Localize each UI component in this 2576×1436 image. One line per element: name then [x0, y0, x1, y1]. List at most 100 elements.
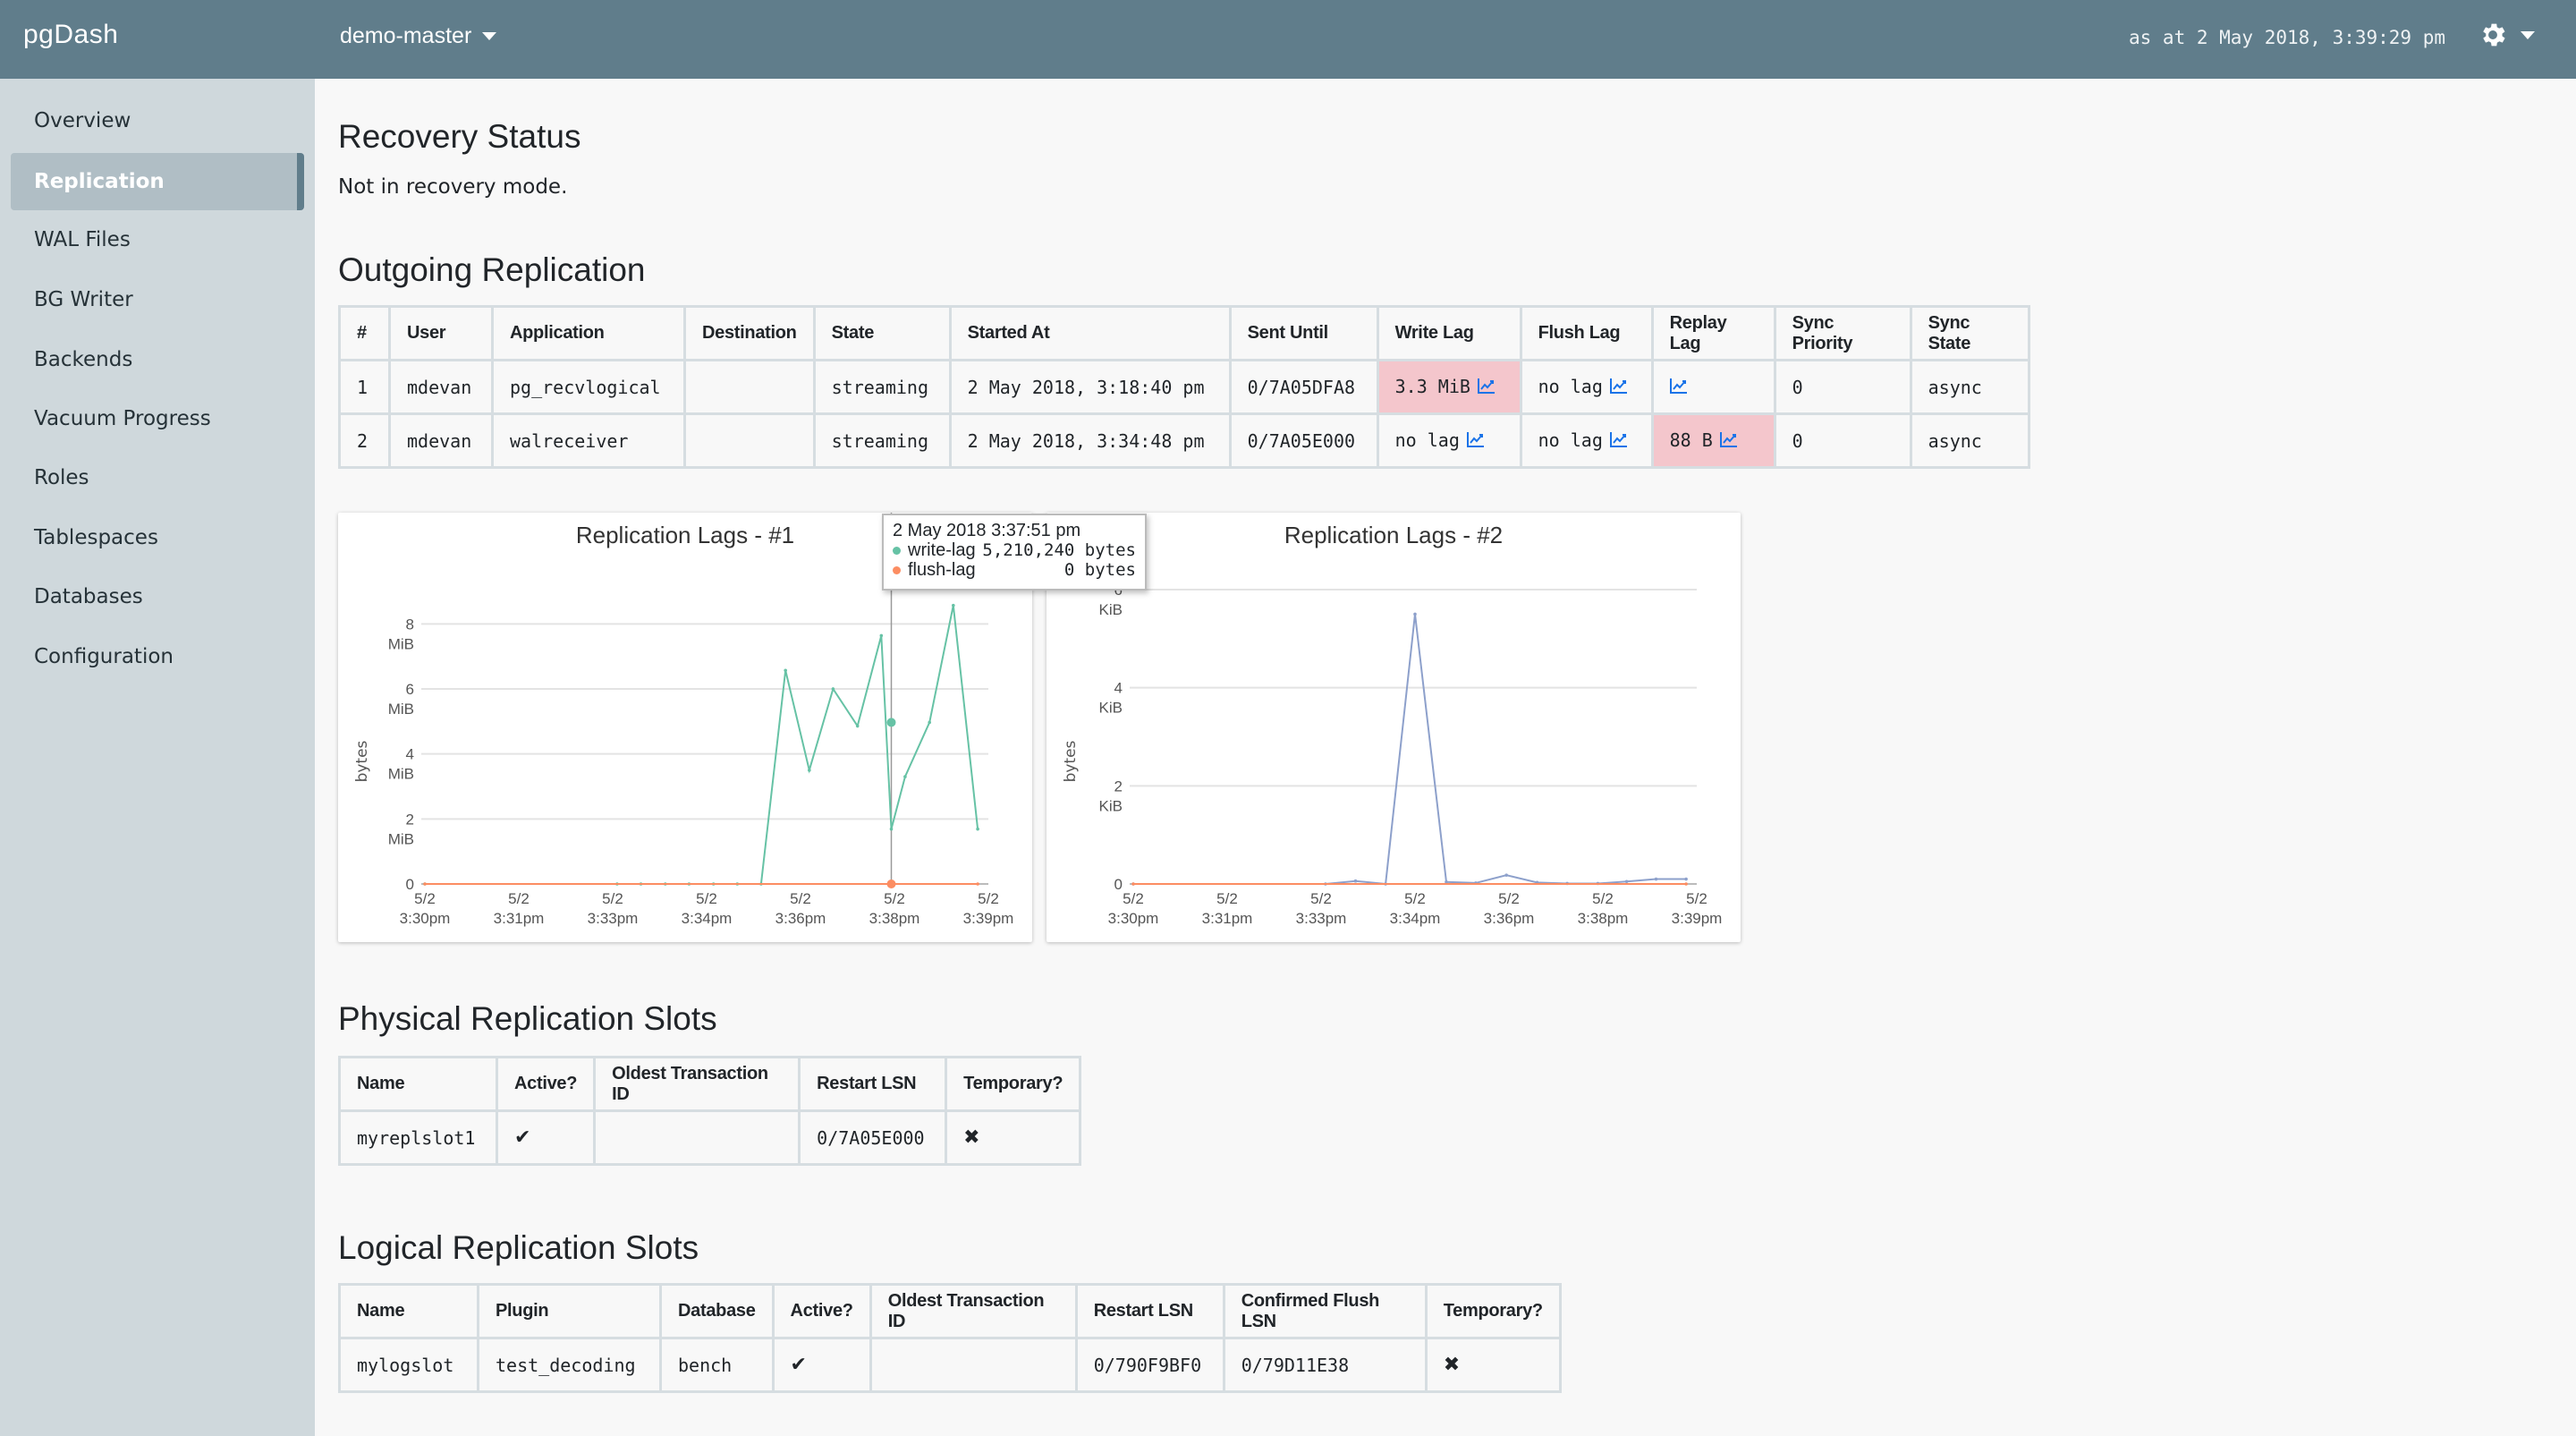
line-chart-icon[interactable]	[1609, 377, 1628, 398]
destination-cell	[683, 359, 816, 415]
brand-logo[interactable]: pgDash	[23, 20, 118, 50]
x-tick-label: 5/2	[1310, 890, 1332, 907]
data-point	[1504, 873, 1508, 877]
sync-priority-cell: 0	[1773, 412, 1912, 469]
y-tick-unit: MiB	[388, 830, 414, 847]
server-dropdown[interactable]: demo-master	[340, 23, 497, 49]
sidebar-item-overview[interactable]: Overview	[11, 92, 304, 149]
data-point	[855, 724, 860, 728]
column-header: Flush Lag	[1519, 305, 1654, 361]
sidebar-item-replication[interactable]: Replication	[11, 153, 304, 210]
y-tick-label: 6	[406, 681, 414, 698]
sent-until-cell: 0/7A05DFA8	[1228, 359, 1379, 415]
y-tick-unit: KiB	[1099, 700, 1123, 717]
y-tick-label: 8	[406, 616, 414, 633]
data-point	[784, 668, 787, 673]
series-line-write-lag	[425, 605, 979, 885]
line-chart-icon[interactable]	[1477, 377, 1496, 398]
data-point	[1684, 882, 1688, 886]
as-at-timestamp: as at 2 May 2018, 3:39:29 pm	[2129, 27, 2446, 48]
sidebar-item-backends[interactable]: Backends	[11, 331, 304, 388]
table-row: 1 mdevan pg_recvlogical streaming 2 May …	[338, 359, 2030, 415]
column-header: Oldest Transaction ID	[593, 1056, 801, 1112]
y-tick-unit: KiB	[1099, 601, 1123, 618]
column-header: Active?	[771, 1283, 872, 1339]
x-tick-label: 5/2	[602, 890, 623, 907]
column-header: Application	[491, 305, 686, 361]
y-tick-unit: MiB	[388, 635, 414, 652]
line-chart-icon[interactable]	[1669, 377, 1688, 398]
data-point	[1684, 877, 1688, 881]
column-header: Destination	[683, 305, 816, 361]
sidebar-item-wal-files[interactable]: WAL Files	[11, 211, 304, 268]
data-point	[928, 720, 931, 725]
data-point	[831, 687, 835, 691]
column-header: Temporary?	[945, 1056, 1082, 1112]
row-number: 2	[338, 412, 391, 469]
tooltip-row-flush-lag: flush-lag 0 bytes	[893, 560, 1136, 580]
x-tick-label: 5/2	[1498, 890, 1520, 907]
x-tick-label: 5/2	[508, 890, 530, 907]
tooltip-value: 0 bytes	[1063, 560, 1136, 580]
line-chart-icon[interactable]	[1466, 430, 1485, 452]
replication-lags-chart-2: Replication Lags - #2bytes02KiB4KiB6KiB5…	[1046, 513, 1741, 942]
y-tick-label: 0	[406, 876, 414, 893]
user-cell: mdevan	[388, 359, 494, 415]
flush-lag-value: no lag	[1538, 375, 1603, 397]
chart-title: Replication Lags - #2	[1284, 522, 1503, 548]
sidebar-item-bg-writer[interactable]: BG Writer	[11, 271, 304, 328]
x-tick-label: 3:31pm	[1202, 910, 1253, 927]
table-header-row: Name Active? Oldest Transaction ID Resta…	[338, 1056, 1082, 1112]
tooltip-value: 5,210,240 bytes	[982, 540, 1136, 560]
outgoing-replication-table: # User Application Destination State Sta…	[338, 305, 2030, 469]
x-tick-label: 5/2	[1216, 890, 1238, 907]
sidebar-item-tablespaces[interactable]: Tablespaces	[11, 509, 304, 566]
slot-name-cell: mylogslot	[338, 1337, 479, 1393]
sync-priority-cell: 0	[1773, 359, 1912, 415]
column-header: Sync State	[1909, 305, 2030, 361]
data-point	[976, 882, 979, 886]
sidebar-item-roles[interactable]: Roles	[11, 449, 304, 506]
flush-lag-cell: no lag	[1519, 359, 1654, 415]
x-tick-label: 3:33pm	[1296, 910, 1347, 927]
line-chart-icon[interactable]	[1609, 430, 1628, 452]
y-tick-label: 0	[1114, 876, 1123, 893]
y-tick-label: 4	[1114, 680, 1123, 697]
column-header: Name	[338, 1283, 479, 1339]
x-tick-label: 3:38pm	[1578, 910, 1629, 927]
database-cell: bench	[659, 1337, 775, 1393]
sidebar-item-databases[interactable]: Databases	[11, 568, 304, 625]
x-tick-label: 3:38pm	[869, 910, 920, 927]
line-chart-icon[interactable]	[1719, 430, 1738, 452]
table-header-row: Name Plugin Database Active? Oldest Tran…	[338, 1283, 1562, 1339]
sidebar-item-configuration[interactable]: Configuration	[11, 628, 304, 685]
physical-slots-heading: Physical Replication Slots	[338, 1000, 717, 1037]
application-cell: walreceiver	[491, 412, 686, 469]
column-header: Confirmed Flush LSN	[1222, 1283, 1428, 1339]
replay-lag-cell: 88 B	[1650, 412, 1776, 469]
cross-icon: ✖	[1424, 1337, 1562, 1393]
oldest-xid-cell	[869, 1337, 1078, 1393]
x-tick-label: 3:39pm	[1672, 910, 1723, 927]
cross-icon: ✖	[945, 1109, 1082, 1166]
outgoing-replication-heading: Outgoing Replication	[338, 251, 646, 288]
x-tick-label: 3:36pm	[1484, 910, 1535, 927]
x-tick-label: 5/2	[414, 890, 436, 907]
y-tick-label: 2	[406, 811, 414, 828]
column-header: Database	[659, 1283, 775, 1339]
started-at-cell: 2 May 2018, 3:34:48 pm	[948, 412, 1232, 469]
column-header: Active?	[495, 1056, 597, 1112]
x-tick-label: 5/2	[696, 890, 717, 907]
tooltip-row-write-lag: write-lag 5,210,240 bytes	[893, 540, 1136, 560]
sidebar-item-vacuum-progress[interactable]: Vacuum Progress	[11, 390, 304, 447]
logical-slots-table: Name Plugin Database Active? Oldest Tran…	[338, 1283, 1562, 1393]
x-tick-label: 3:30pm	[400, 910, 451, 927]
restart-lsn-cell: 0/790F9BF0	[1074, 1337, 1225, 1393]
slot-name-cell: myreplslot1	[338, 1109, 498, 1166]
chevron-down-icon	[482, 32, 497, 40]
physical-slots-table: Name Active? Oldest Transaction ID Resta…	[338, 1056, 1082, 1166]
y-tick-unit: KiB	[1099, 797, 1123, 814]
data-point	[1353, 879, 1358, 883]
state-cell: streaming	[812, 359, 952, 415]
settings-dropdown[interactable]	[2478, 20, 2535, 50]
